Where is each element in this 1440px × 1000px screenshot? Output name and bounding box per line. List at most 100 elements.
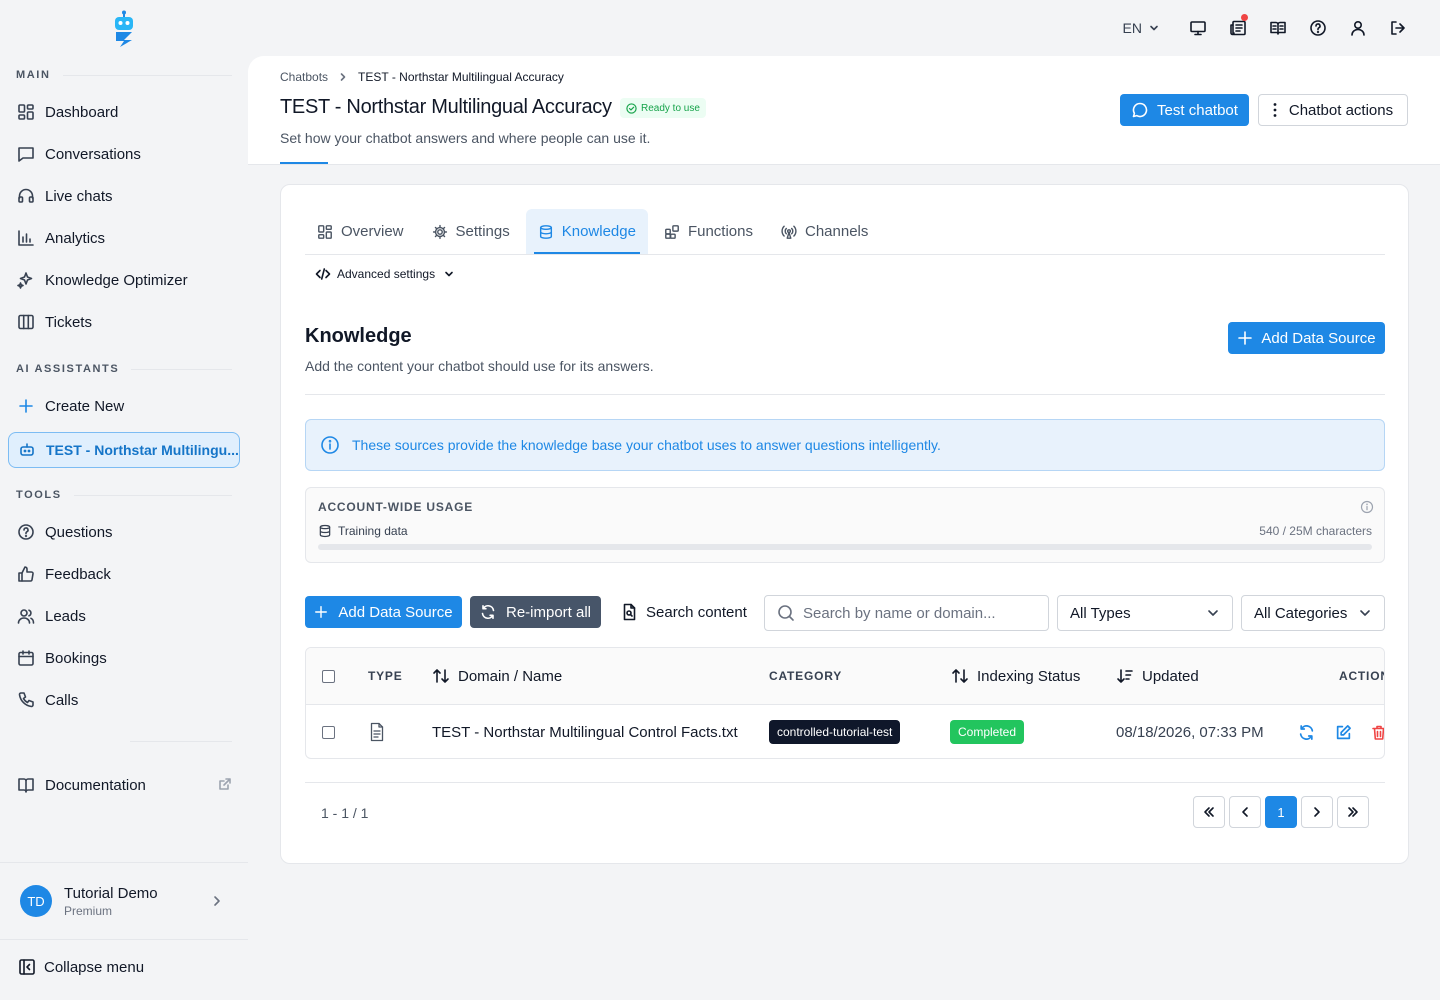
sidebar-item-current-chatbot[interactable]: TEST - Northstar Multilingu... — [8, 432, 240, 468]
collapse-menu-label: Collapse menu — [44, 958, 145, 976]
chatbot-actions-label: Chatbot actions — [1288, 101, 1394, 119]
user-plan: Premium — [64, 903, 113, 918]
column-header-action: ACTION — [1339, 669, 1385, 683]
tab-label: Settings — [455, 223, 510, 240]
advanced-settings-toggle[interactable]: Advanced settings — [315, 267, 461, 281]
reimport-row-button[interactable] — [1298, 705, 1315, 758]
type-filter-select[interactable]: All Types — [1057, 595, 1233, 631]
search-content-button[interactable]: Search content — [621, 596, 747, 628]
usage-row-label: Training data — [338, 524, 408, 538]
column-header-updated[interactable]: Updated — [1116, 648, 1199, 704]
sidebar-item-calls[interactable]: Calls — [8, 682, 240, 718]
logout-icon — [1389, 19, 1407, 37]
select-all-checkbox[interactable] — [322, 669, 335, 683]
search-input[interactable] — [803, 604, 1033, 622]
breadcrumb-link-chatbots[interactable]: Chatbots — [280, 70, 328, 84]
sidebar-item-label: Feedback — [45, 565, 111, 583]
check-circle-icon — [626, 102, 641, 114]
name-cell[interactable]: TEST - Northstar Multilingual Control Fa… — [432, 705, 738, 758]
tab-channels[interactable]: Channels — [769, 209, 880, 254]
next-page-button[interactable] — [1301, 796, 1333, 828]
language-selector[interactable]: EN — [1123, 20, 1160, 36]
logout-button[interactable] — [1378, 14, 1418, 42]
file-search-icon — [621, 603, 646, 621]
sidebar-item-label: Live chats — [45, 187, 113, 205]
test-chatbot-button[interactable]: Test chatbot — [1120, 94, 1249, 126]
tab-knowledge[interactable]: Knowledge — [525, 209, 648, 254]
page-button-current[interactable]: 1 — [1265, 796, 1297, 828]
guides-button[interactable] — [1258, 14, 1298, 42]
section-label-tools-text: TOOLS — [16, 489, 62, 501]
sparkles-icon — [16, 270, 36, 290]
database-icon — [318, 524, 338, 538]
data-sources-table: TYPE Domain / Name CATEGORY Indexing Sta… — [305, 647, 1385, 759]
add-data-source-button[interactable]: Add Data Source — [305, 596, 462, 628]
row-checkbox[interactable] — [322, 725, 335, 739]
user-profile[interactable]: TD Tutorial Demo Premium — [0, 862, 248, 940]
book-open-icon — [1269, 19, 1287, 37]
sort-descending-icon — [1116, 667, 1142, 685]
breadcrumb: Chatbots TEST - Northstar Multilingual A… — [280, 70, 564, 84]
chatbot-actions-button[interactable]: Chatbot actions — [1258, 94, 1408, 126]
sidebar-item-live-chats[interactable]: Live chats — [8, 178, 240, 214]
sidebar-item-label: Bookings — [45, 649, 107, 667]
app-logo[interactable] — [110, 10, 138, 48]
broadcast-icon — [781, 224, 805, 240]
profile-button[interactable] — [1338, 14, 1378, 42]
delete-row-button[interactable] — [1371, 705, 1384, 758]
chevron-down-icon — [443, 268, 461, 280]
chevron-down-icon — [1142, 22, 1160, 34]
select-all-checkbox-cell — [322, 648, 335, 704]
sidebar-item-bookings[interactable]: Bookings — [8, 640, 240, 676]
category-filter-select[interactable]: All Categories — [1241, 595, 1385, 631]
column-header-name[interactable]: Domain / Name — [432, 648, 562, 704]
usage-panel: ACCOUNT-WIDE USAGE Training data 540 / 2… — [305, 487, 1385, 563]
gear-icon — [432, 224, 456, 240]
sidebar-item-tickets[interactable]: Tickets — [8, 304, 240, 340]
add-data-source-label: Add Data Source — [1261, 329, 1376, 347]
reimport-all-button[interactable]: Re-import all — [470, 596, 601, 628]
sidebar-item-label: Leads — [45, 607, 86, 625]
pagination-divider — [305, 782, 1385, 783]
tab-label: Channels — [805, 223, 869, 240]
column-header-label: Indexing Status — [977, 667, 1081, 685]
notification-dot — [1241, 14, 1248, 21]
sidebar-item-leads[interactable]: Leads — [8, 598, 240, 634]
previous-page-button[interactable] — [1229, 796, 1261, 828]
calendar-icon — [16, 648, 36, 668]
puzzle-icon — [664, 224, 688, 240]
status-badge: Completed — [950, 720, 1025, 744]
monitor-icon — [1189, 19, 1207, 37]
plus-icon — [314, 605, 338, 619]
more-vertical-icon — [1273, 102, 1289, 118]
sidebar-item-documentation[interactable]: Documentation — [8, 767, 240, 803]
first-page-button[interactable] — [1193, 796, 1225, 828]
user-icon — [1349, 19, 1367, 37]
search-input-wrapper — [764, 595, 1049, 631]
edit-row-button[interactable] — [1335, 705, 1352, 758]
last-page-button[interactable] — [1337, 796, 1369, 828]
tab-overview[interactable]: Overview — [305, 209, 416, 254]
sidebar-item-label: Questions — [45, 523, 113, 541]
monitor-button[interactable] — [1178, 14, 1218, 42]
sidebar-item-feedback[interactable]: Feedback — [8, 556, 240, 592]
sidebar-item-analytics[interactable]: Analytics — [8, 220, 240, 256]
news-button[interactable] — [1218, 14, 1258, 42]
section-divider — [305, 394, 1385, 395]
search-icon — [777, 604, 803, 622]
file-text-icon — [368, 722, 386, 742]
help-button[interactable] — [1298, 14, 1338, 42]
info-icon[interactable] — [1360, 500, 1374, 514]
tab-functions[interactable]: Functions — [652, 209, 765, 254]
collapse-menu-button[interactable]: Collapse menu — [18, 958, 144, 976]
add-data-source-button[interactable]: Add Data Source — [1228, 322, 1385, 354]
sidebar-item-questions[interactable]: Questions — [8, 514, 240, 550]
reimport-all-label: Re-import all — [505, 603, 592, 621]
sidebar-item-knowledge-optimizer[interactable]: Knowledge Optimizer — [8, 262, 240, 298]
tab-settings[interactable]: Settings — [420, 209, 522, 254]
sidebar-item-dashboard[interactable]: Dashboard — [8, 94, 240, 130]
column-header-status[interactable]: Indexing Status — [951, 648, 1080, 704]
sidebar-item-create-new[interactable]: Create New — [8, 388, 240, 424]
sidebar-item-conversations[interactable]: Conversations — [8, 136, 240, 172]
info-alert-text: These sources provide the knowledge base… — [352, 437, 941, 453]
